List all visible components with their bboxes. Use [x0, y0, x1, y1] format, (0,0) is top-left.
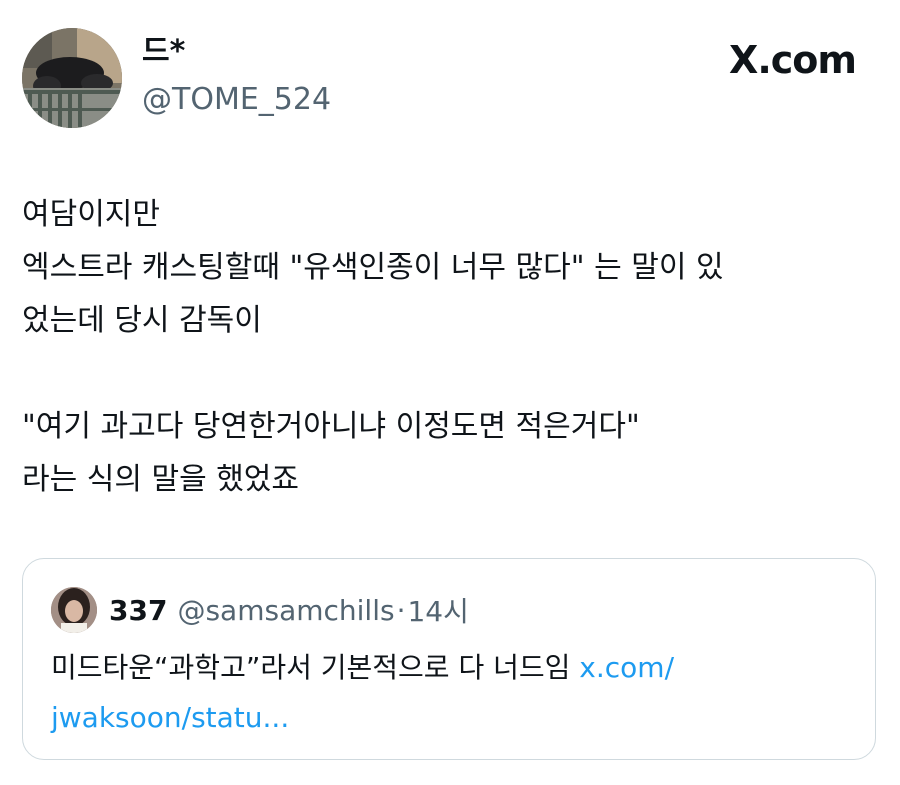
meta-separator: · — [396, 593, 406, 627]
tweet-line: 여담이지만 — [22, 197, 160, 232]
author-handle[interactable]: @TOME_524 — [142, 82, 331, 118]
x-logo: X.com — [729, 38, 857, 82]
tweet-line: 라는 식의 말을 했었죠 — [22, 462, 300, 497]
quoted-author-avatar[interactable] — [51, 587, 97, 633]
quoted-tweet-card[interactable]: 337 @samsamchills · 14시 미드타운“과학고”라서 기본적으… — [22, 558, 876, 760]
tweet-body: 여담이지만 엑스트라 캐스팅할때 "유색인종이 너무 많다" 는 말이 있 었는… — [22, 188, 878, 506]
quoted-author-display-name[interactable]: 337 — [109, 594, 167, 627]
tweet-paragraph-gap — [22, 347, 878, 400]
author-avatar[interactable] — [22, 28, 122, 128]
author-display-name[interactable]: 드* — [142, 34, 185, 70]
author-avatar-image — [22, 28, 122, 128]
quoted-tweet-timestamp[interactable]: 14시 — [407, 590, 468, 630]
quoted-tweet-text: 미드타운“과학고”라서 기본적으로 다 너드임 — [51, 651, 580, 684]
quoted-tweet-link-part1[interactable]: x.com/ — [579, 651, 674, 684]
quoted-tweet-link-part2[interactable]: jwaksoon/statu... — [51, 701, 289, 734]
quoted-tweet-body: 미드타운“과학고”라서 기본적으로 다 너드임 x.com/ jwaksoon/… — [51, 643, 851, 743]
tweet-line: 엑스트라 캐스팅할때 "유색인종이 너무 많다" 는 말이 있 — [22, 250, 724, 285]
quoted-author-handle[interactable]: @samsamchills — [177, 594, 394, 627]
tweet-line: 었는데 당시 감독이 — [22, 303, 262, 338]
tweet-line: "여기 과고다 당연한거아니냐 이정도면 적은거다" — [22, 409, 640, 444]
quoted-author-avatar-image — [51, 587, 97, 633]
quoted-tweet-header: 337 @samsamchills · 14시 — [51, 587, 469, 633]
